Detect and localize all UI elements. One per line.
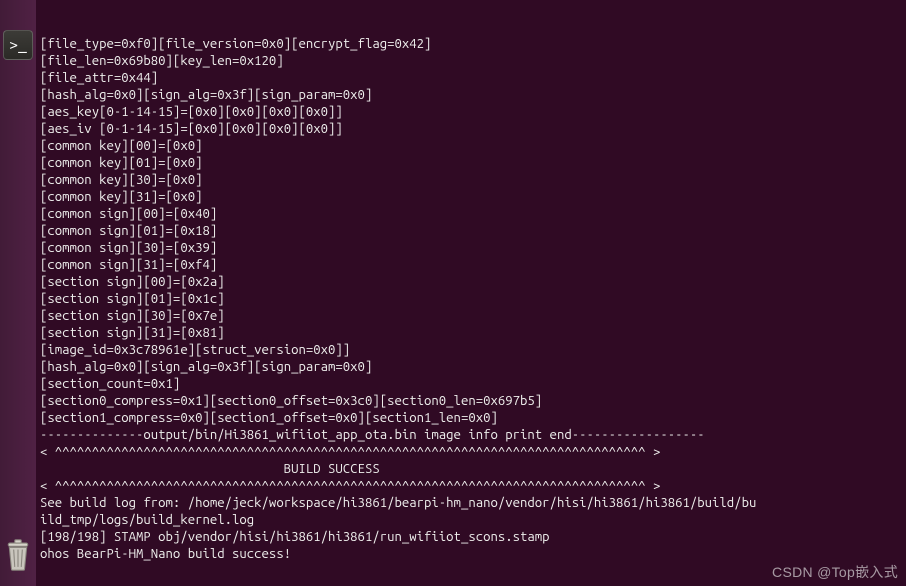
- terminal-output-line: [common key][30]=[0x0]: [40, 172, 902, 189]
- terminal-output-line: ild_tmp/logs/build_kernel.log: [40, 512, 902, 529]
- terminal-output-line: [section sign][00]=[0x2a]: [40, 274, 902, 291]
- trash-icon[interactable]: [3, 536, 33, 574]
- terminal-output-line: [common key][01]=[0x0]: [40, 155, 902, 172]
- terminal-output-line: BUILD SUCCESS: [40, 461, 902, 478]
- terminal-output-line: [file_attr=0x44]: [40, 70, 902, 87]
- terminal-output-line: ohos BearPi-HM_Nano build success!: [40, 546, 902, 563]
- terminal-output-line: [section1_compress=0x0][section1_offset=…: [40, 410, 902, 427]
- terminal-output-line: < ^^^^^^^^^^^^^^^^^^^^^^^^^^^^^^^^^^^^^^…: [40, 478, 902, 495]
- terminal-output-line: [common sign][30]=[0x39]: [40, 240, 902, 257]
- terminal-output-line: [aes_key[0-1-14-15]=[0x0][0x0][0x0][0x0]…: [40, 104, 902, 121]
- terminal-output-line: [common sign][31]=[0xf4]: [40, 257, 902, 274]
- trash-svg-icon: [5, 538, 31, 572]
- terminal-launcher-icon[interactable]: >_: [3, 30, 33, 60]
- ubuntu-launcher: >_: [0, 0, 36, 586]
- terminal-output-line: [common key][00]=[0x0]: [40, 138, 902, 155]
- terminal-output: [file_type=0xf0][file_version=0x0][encry…: [40, 36, 902, 563]
- terminal-output-line: [hash_alg=0x0][sign_alg=0x3f][sign_param…: [40, 359, 902, 376]
- terminal-output-line: [common sign][00]=[0x40]: [40, 206, 902, 223]
- terminal-output-line: [198/198] STAMP obj/vendor/hisi/hi3861/h…: [40, 529, 902, 546]
- terminal-output-line: [common sign][01]=[0x18]: [40, 223, 902, 240]
- terminal-output-line: [section_count=0x1]: [40, 376, 902, 393]
- terminal-output-line: [file_len=0x69b80][key_len=0x120]: [40, 53, 902, 70]
- terminal-output-line: [section sign][31]=[0x81]: [40, 325, 902, 342]
- terminal-output-line: [image_id=0x3c78961e][struct_version=0x0…: [40, 342, 902, 359]
- terminal-output-line: [section sign][30]=[0x7e]: [40, 308, 902, 325]
- terminal-output-line: < ^^^^^^^^^^^^^^^^^^^^^^^^^^^^^^^^^^^^^^…: [40, 444, 902, 461]
- terminal-output-line: [hash_alg=0x0][sign_alg=0x3f][sign_param…: [40, 87, 902, 104]
- terminal-glyph-icon: >_: [9, 36, 27, 54]
- terminal-output-line: [section sign][01]=[0x1c]: [40, 291, 902, 308]
- terminal-output-line: [file_type=0xf0][file_version=0x0][encry…: [40, 36, 902, 53]
- terminal-output-line: [common key][31]=[0x0]: [40, 189, 902, 206]
- terminal-output-line: See build log from: /home/jeck/workspace…: [40, 495, 902, 512]
- terminal-output-line: --------------output/bin/Hi3861_wifiiot_…: [40, 427, 902, 444]
- terminal-output-line: [section0_compress=0x1][section0_offset=…: [40, 393, 902, 410]
- terminal-window[interactable]: [file_type=0xf0][file_version=0x0][encry…: [36, 0, 906, 586]
- terminal-output-line: [aes_iv [0-1-14-15]=[0x0][0x0][0x0][0x0]…: [40, 121, 902, 138]
